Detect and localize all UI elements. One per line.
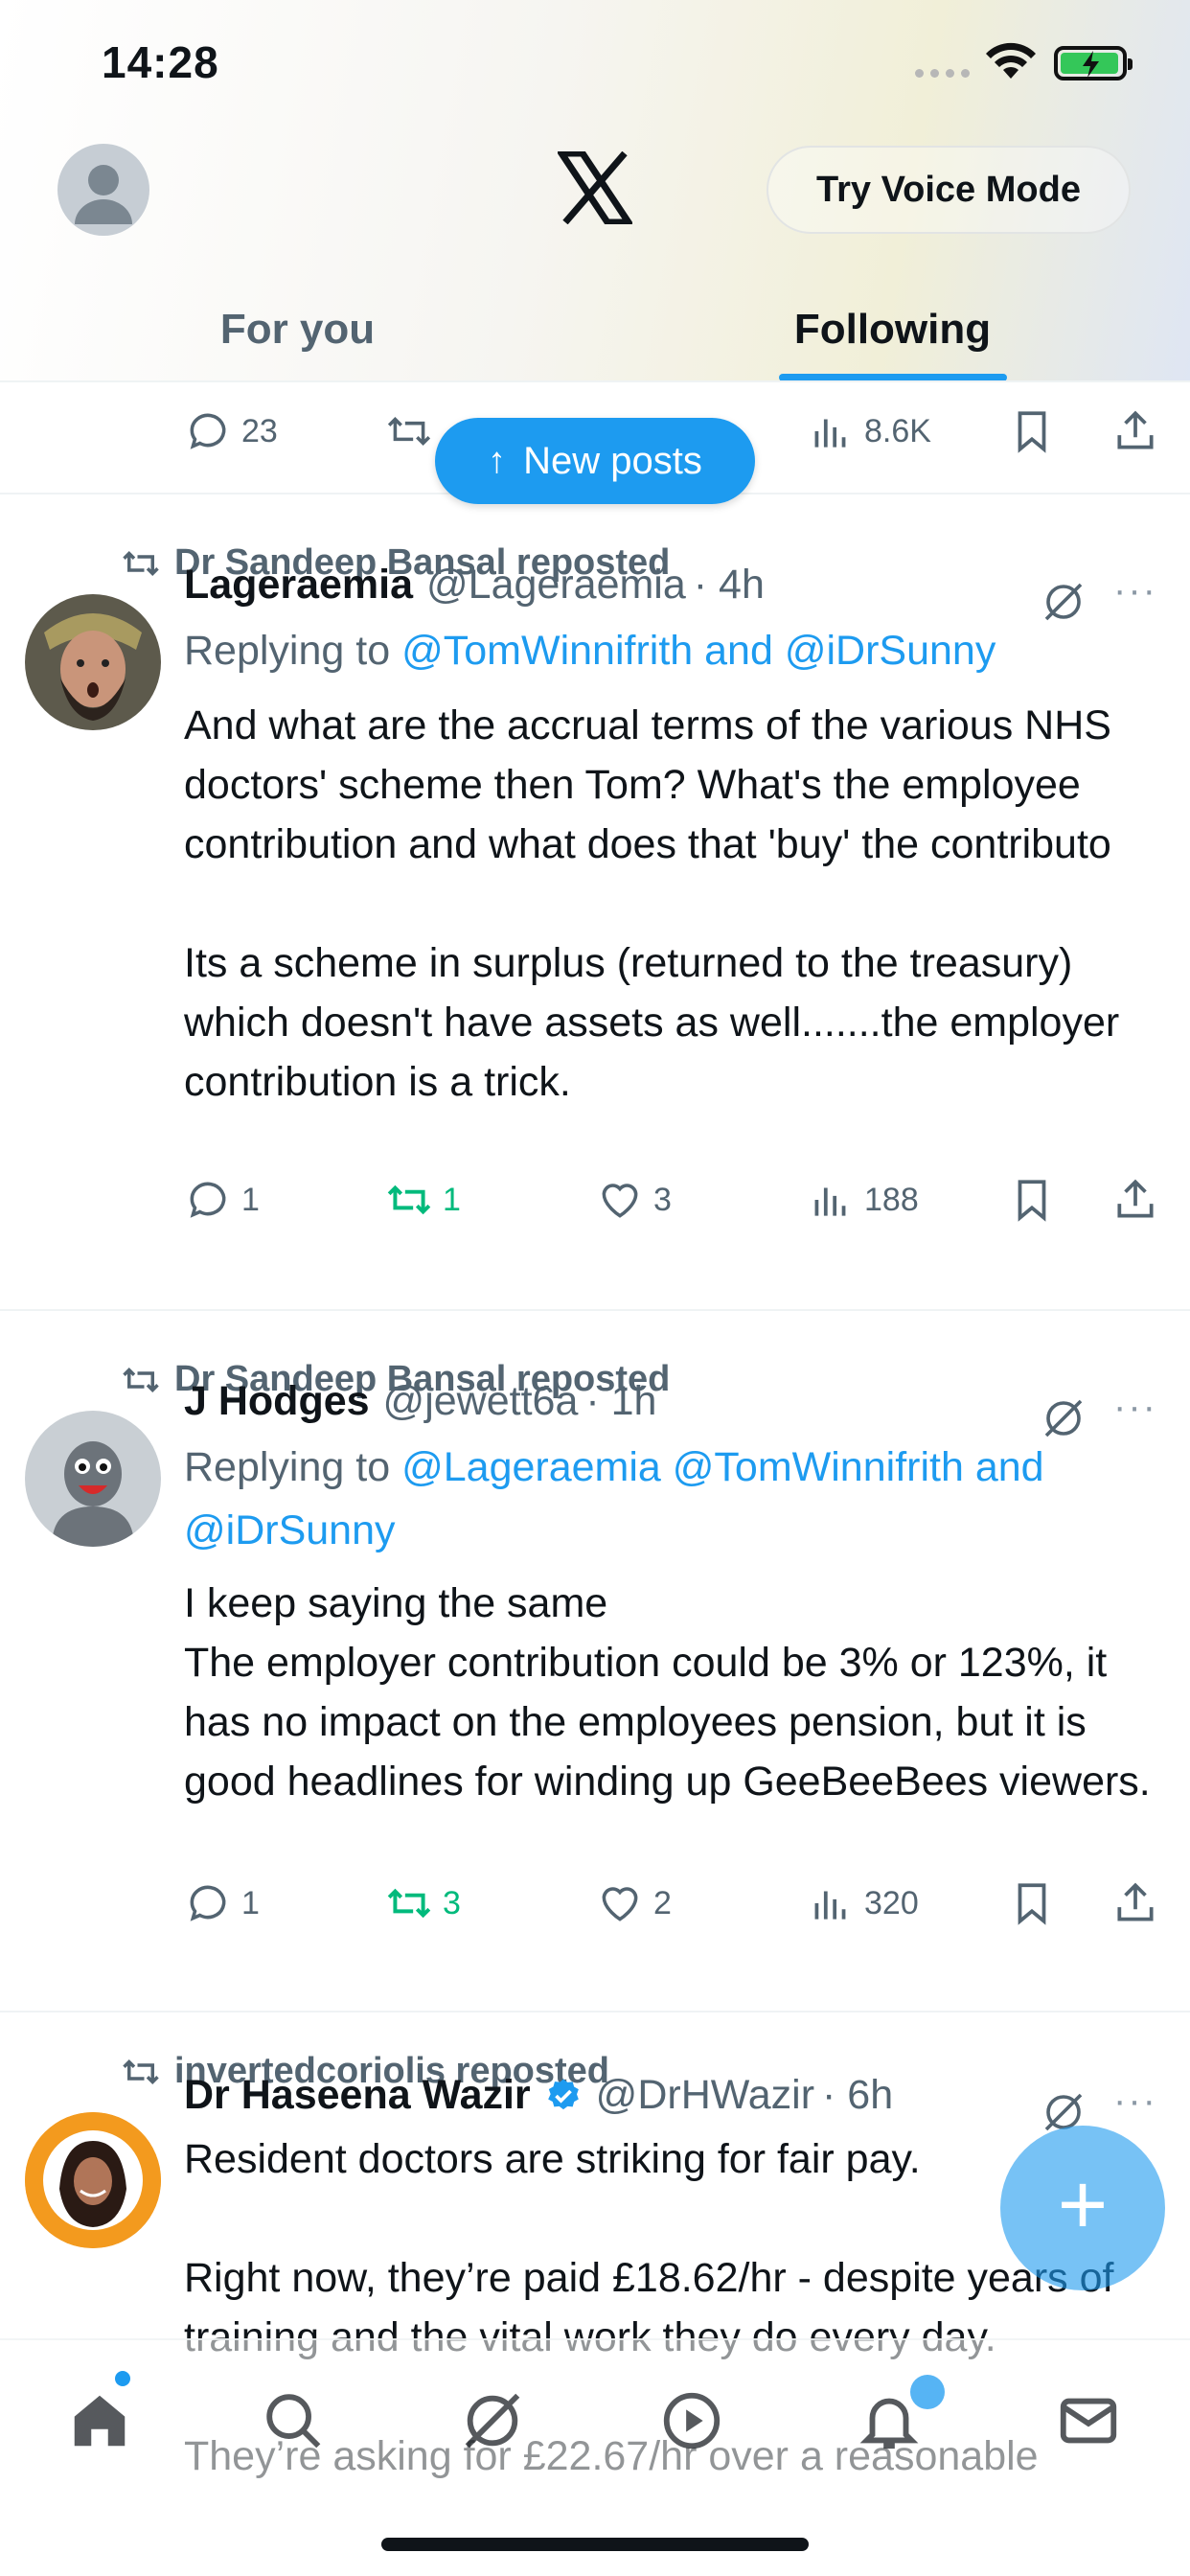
reply-button[interactable]: 1 <box>184 1879 260 1927</box>
more-options-icon[interactable]: ··· <box>1113 2080 1157 2123</box>
search-icon <box>266 2394 321 2449</box>
repost-icon <box>387 1888 431 1919</box>
home-unread-dot <box>115 2371 130 2386</box>
tweet-header: Dr Haseena Wazir @DrHWazir · 6h <box>184 2072 893 2119</box>
repost-icon <box>123 550 159 576</box>
timeline-tabs: For you Following <box>0 278 1190 381</box>
share-icon <box>1117 410 1154 449</box>
author-handle[interactable]: @jewett6a <box>383 1378 579 1425</box>
bookmark-button[interactable] <box>1008 1879 1056 1927</box>
repost-icon <box>123 1367 159 1392</box>
bookmark-button[interactable] <box>1008 407 1056 455</box>
tweet-text: I keep saying the same The employer cont… <box>184 1580 1151 1805</box>
top-bar: 14:28 Try Voice Mode For you Following <box>0 0 1190 382</box>
heart-icon <box>602 1887 638 1921</box>
reply-button[interactable]: 1 <box>184 1176 260 1224</box>
status-time: 14:28 <box>102 37 219 87</box>
share-button[interactable] <box>1111 1879 1159 1927</box>
views-icon <box>814 1187 846 1216</box>
views-button[interactable]: 8.6K <box>807 407 931 455</box>
home-indicator <box>381 2538 809 2551</box>
repost-button[interactable]: 3 <box>385 1879 461 1927</box>
bookmark-icon <box>1018 411 1046 453</box>
tweet-header: Lageraemia @Lageraemia · 4h <box>184 562 765 609</box>
repost-icon <box>387 416 431 447</box>
compose-button[interactable]: + <box>1000 2126 1165 2290</box>
tweet[interactable]: Dr Sandeep Bansal reposted J Hodges @jew… <box>0 1311 1190 2012</box>
try-voice-mode-button[interactable]: Try Voice Mode <box>767 146 1131 234</box>
nav-home[interactable] <box>61 2382 138 2459</box>
share-button[interactable] <box>1111 1176 1159 1224</box>
nav-grok[interactable] <box>454 2382 531 2459</box>
heart-icon <box>602 1184 638 1218</box>
nav-messages[interactable] <box>1050 2382 1127 2459</box>
views-icon <box>814 1891 846 1920</box>
repost-icon <box>387 1184 431 1215</box>
share-icon <box>1117 1179 1154 1218</box>
tab-for-you[interactable]: For you <box>0 278 595 381</box>
avatar[interactable]: I'm #BMABallotReady Vote Yes for strike … <box>25 2112 161 2248</box>
views-icon <box>814 419 846 448</box>
messages-icon <box>1060 2398 1117 2444</box>
repost-button[interactable] <box>385 407 433 455</box>
author-name[interactable]: Lageraemia <box>184 562 413 609</box>
author-handle[interactable]: @Lageraemia <box>426 562 686 609</box>
plus-icon: + <box>1057 2157 1109 2253</box>
share-icon <box>1117 1882 1154 1921</box>
notifications-badge <box>910 2375 945 2409</box>
replying-to: Replying to @Lageraemia @TomWinnifrith a… <box>184 1444 1044 1553</box>
bookmark-button[interactable] <box>1008 1176 1056 1224</box>
views-button[interactable]: 188 <box>807 1176 919 1224</box>
arrow-up-icon: ↑ <box>488 440 507 481</box>
avatar[interactable] <box>25 1411 161 1547</box>
mention-link[interactable]: @TomWinnifrith and @iDrSunny <box>401 628 995 674</box>
wifi-icon <box>986 42 1036 79</box>
replying-to: Replying to @TomWinnifrith and @iDrSunny <box>184 628 996 674</box>
cellular-signal-icon <box>915 69 970 78</box>
tweet-time: · 6h <box>822 2072 894 2118</box>
home-icon <box>74 2395 126 2447</box>
tab-following[interactable]: Following <box>595 278 1190 381</box>
repost-icon <box>123 2058 159 2084</box>
reply-icon <box>190 1885 226 1921</box>
author-name[interactable]: J Hodges <box>184 1378 370 1425</box>
tweet-header: J Hodges @jewett6a · 1h <box>184 1378 656 1425</box>
like-button[interactable]: 3 <box>596 1176 672 1224</box>
new-posts-button[interactable]: ↑ New posts <box>435 418 755 504</box>
bookmark-icon <box>1018 1180 1046 1222</box>
x-logo-icon[interactable] <box>558 151 632 224</box>
profile-avatar-button[interactable] <box>57 144 149 236</box>
views-button[interactable]: 320 <box>807 1879 919 1927</box>
grok-icon[interactable] <box>1041 1395 1087 1441</box>
grok-icon <box>465 2393 520 2449</box>
nav-search[interactable] <box>255 2382 332 2459</box>
grok-icon[interactable] <box>1041 579 1087 625</box>
repost-button[interactable]: 1 <box>385 1176 461 1224</box>
tweet-time: · 4h <box>693 562 765 608</box>
like-button[interactable]: 2 <box>596 1879 672 1927</box>
tweet-time: · 1h <box>585 1378 657 1424</box>
avatar-badge-text: I'm #BMABallotReady Vote Yes for strike … <box>25 2112 26 2113</box>
video-icon <box>663 2392 721 2450</box>
more-options-icon[interactable]: ··· <box>1113 569 1157 612</box>
bookmark-icon <box>1018 1883 1046 1925</box>
battery-icon <box>1054 46 1133 80</box>
author-name[interactable]: Dr Haseena Wazir <box>184 2072 531 2119</box>
share-button[interactable] <box>1111 407 1159 455</box>
nav-video[interactable] <box>653 2382 730 2459</box>
verified-badge-icon <box>547 2079 579 2109</box>
author-handle[interactable]: @DrHWazir <box>596 2072 814 2119</box>
reply-icon <box>190 413 226 449</box>
reply-icon <box>190 1182 226 1218</box>
reply-button[interactable]: 23 <box>184 407 278 455</box>
tweet[interactable]: Dr Sandeep Bansal reposted Lageraemia @L… <box>0 494 1190 1311</box>
more-options-icon[interactable]: ··· <box>1113 1386 1157 1429</box>
avatar[interactable] <box>25 594 161 730</box>
tweet-text: And what are the accrual terms of the va… <box>184 702 1120 1105</box>
